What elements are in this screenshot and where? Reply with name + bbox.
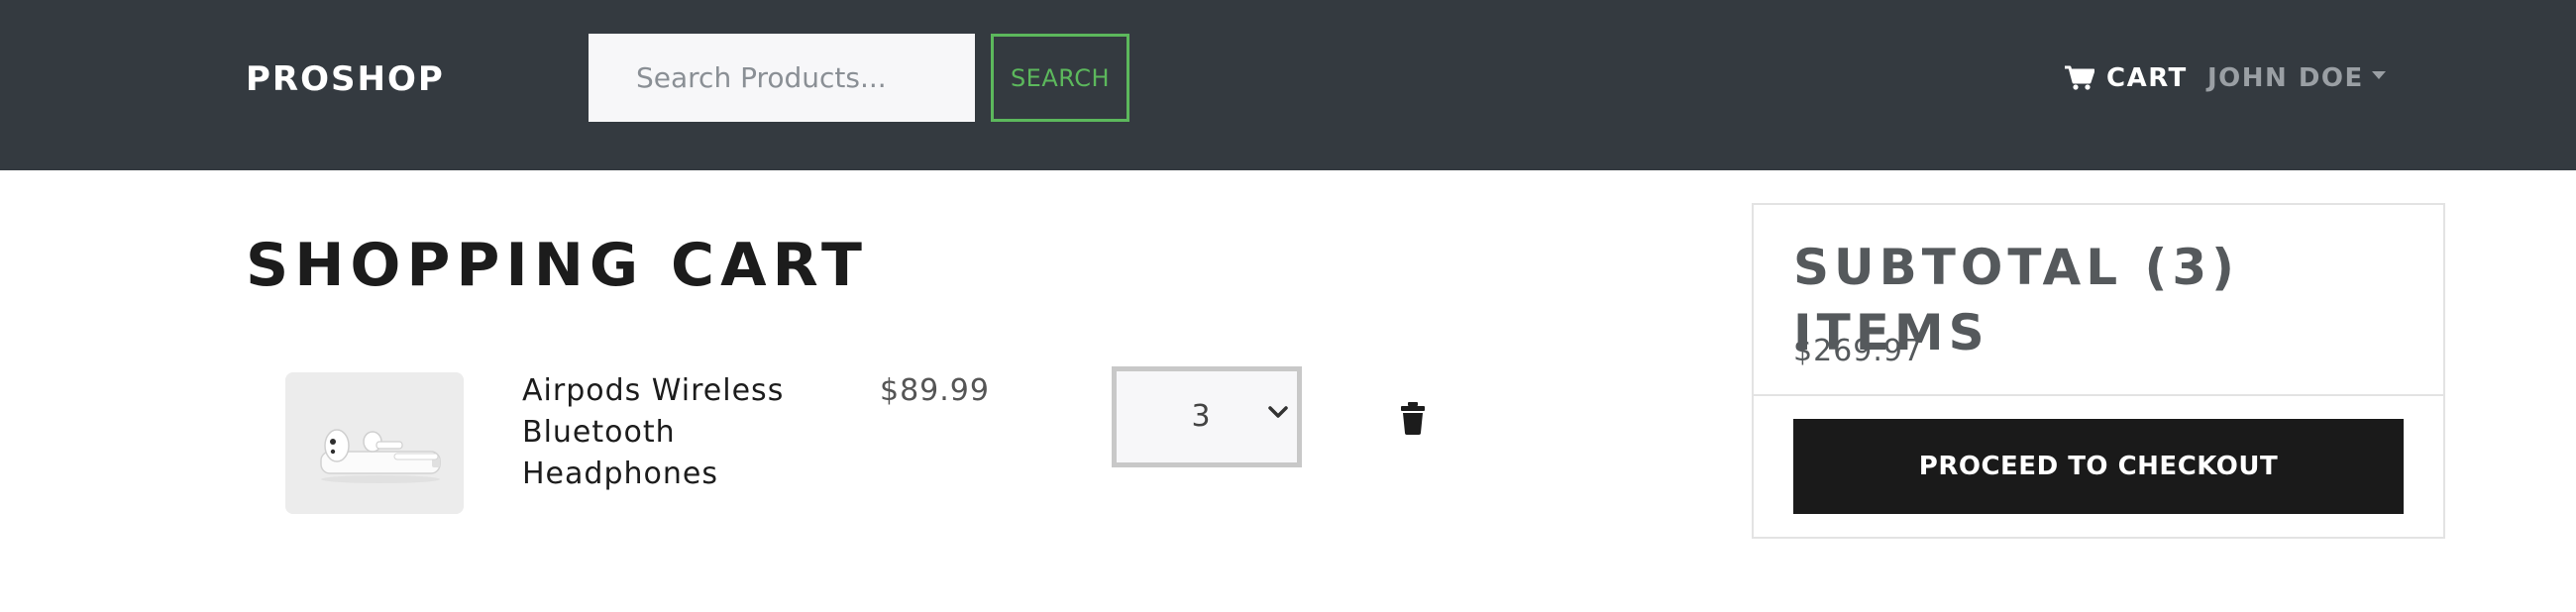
- search-button[interactable]: SEARCH: [991, 34, 1129, 122]
- quantity-value: 3: [1191, 399, 1211, 434]
- subtotal-price: $269.97: [1793, 334, 1924, 368]
- cart-link[interactable]: CART: [2065, 57, 2188, 99]
- navbar: PROSHOP SEARCH CART JOHN DOE: [0, 0, 2576, 170]
- search-input[interactable]: [589, 34, 975, 122]
- checkout-button[interactable]: PROCEED TO CHECKOUT: [1793, 419, 2404, 514]
- summary-divider: [1754, 394, 2443, 396]
- order-summary-card: SUBTOTAL (3) ITEMS $269.97 PROCEED TO CH…: [1752, 203, 2445, 539]
- product-image: [285, 372, 464, 514]
- delete-item-button[interactable]: [1397, 400, 1429, 436]
- product-price: $89.99: [880, 373, 990, 408]
- chevron-down-icon: [1268, 406, 1288, 418]
- subtotal-title: SUBTOTAL (3) ITEMS: [1793, 239, 2240, 361]
- shopping-cart-icon: [2065, 65, 2094, 90]
- trash-icon: [1401, 402, 1425, 435]
- page-title: SHOPPING CART: [246, 231, 868, 300]
- brand-logo[interactable]: PROSHOP: [246, 55, 445, 103]
- caret-down-icon: [2371, 71, 2386, 79]
- cart-label: CART: [2106, 63, 2188, 93]
- user-dropdown[interactable]: JOHN DOE: [2207, 57, 2386, 99]
- product-name-link[interactable]: Airpods Wireless Bluetooth Headphones: [522, 370, 800, 495]
- quantity-select[interactable]: 3: [1112, 366, 1302, 467]
- user-name: JOHN DOE: [2207, 63, 2364, 93]
